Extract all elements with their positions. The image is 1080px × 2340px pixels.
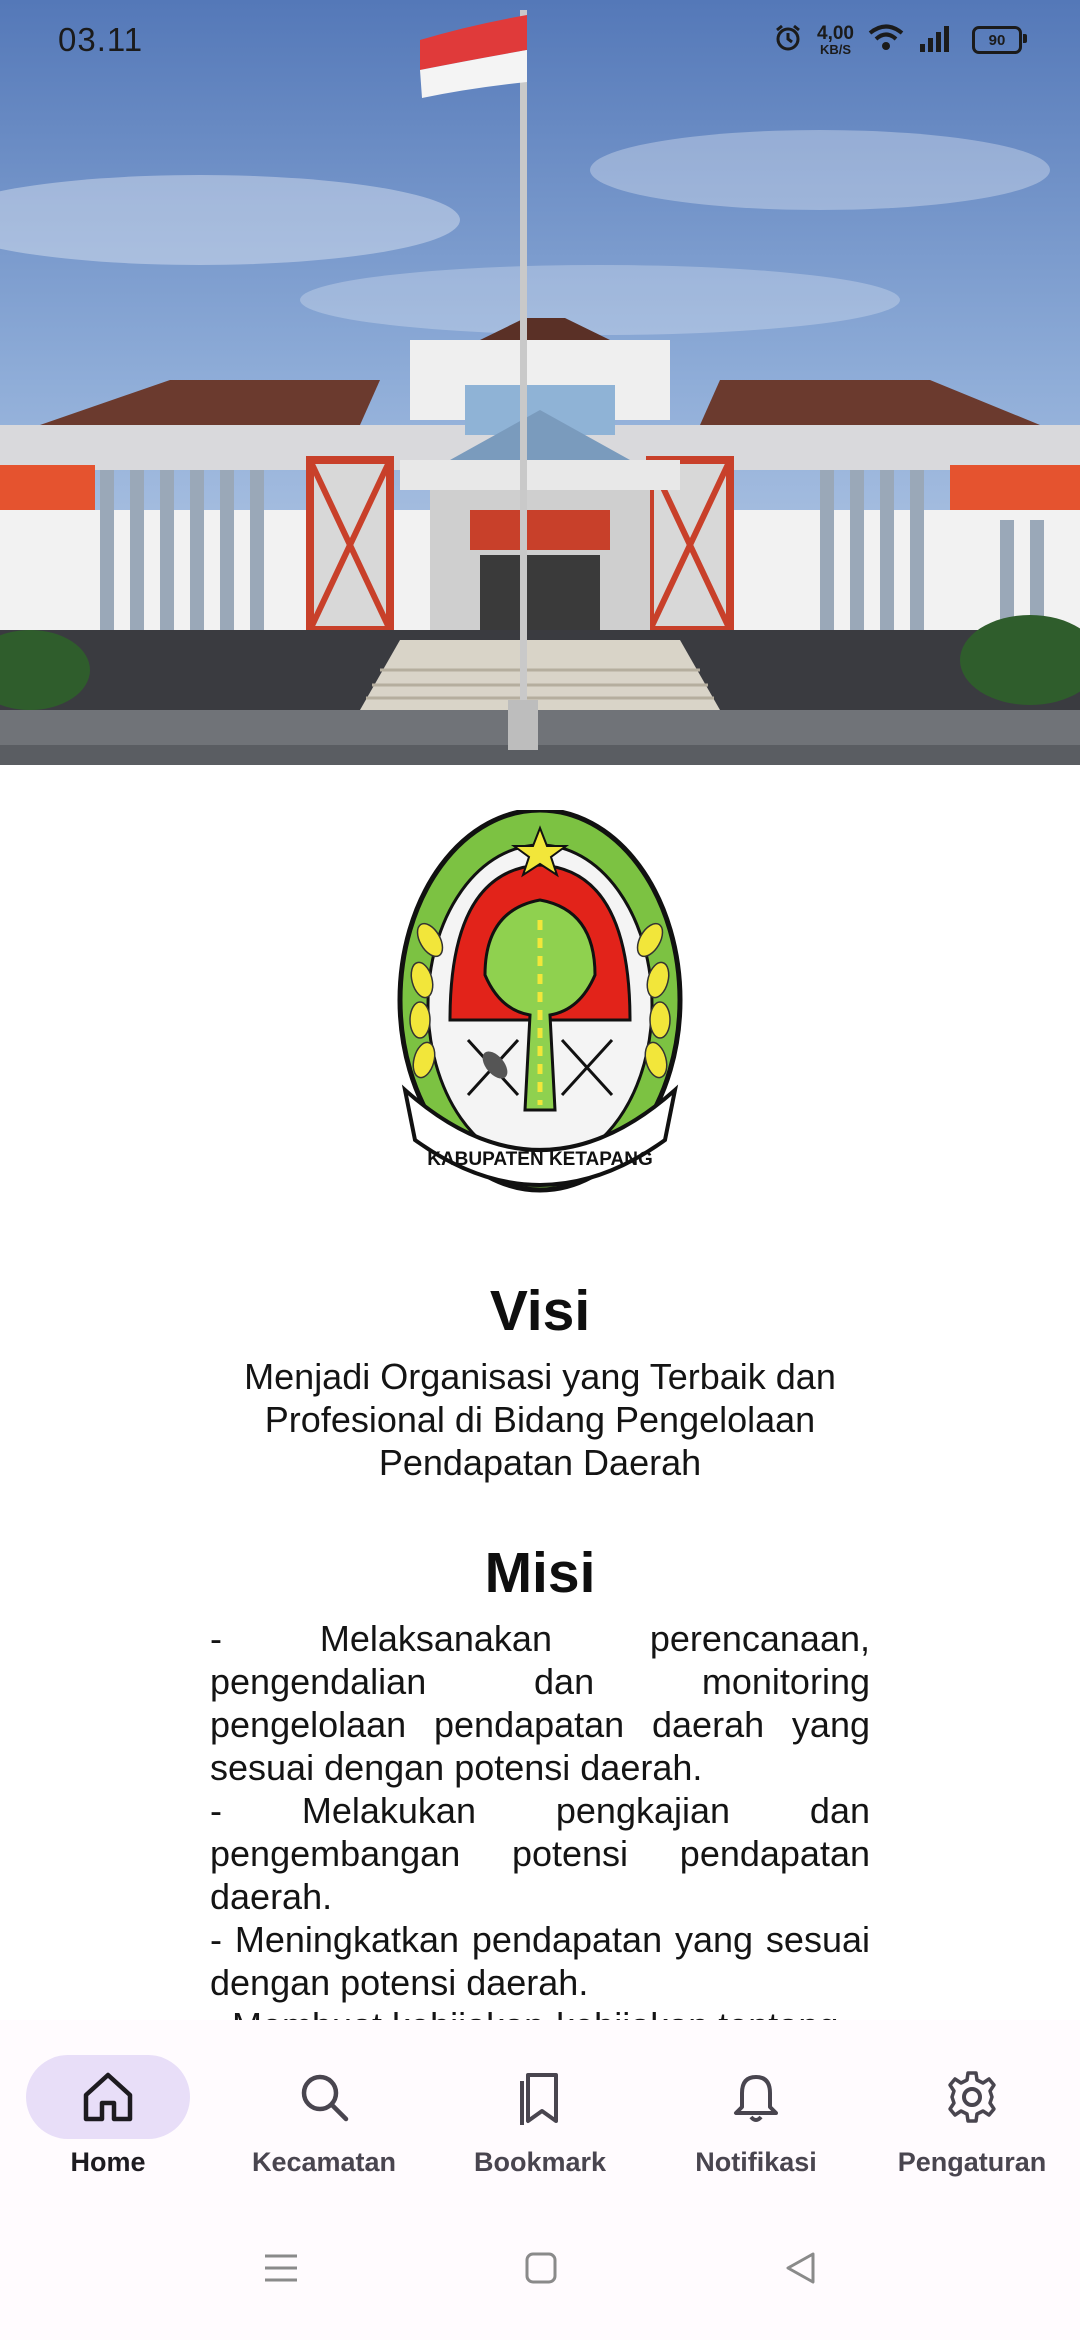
back-icon[interactable] [783, 2251, 817, 2290]
nav-bookmark[interactable]: Bookmark [432, 2020, 648, 2200]
gear-icon [948, 2071, 996, 2123]
bell-icon [734, 2075, 778, 2122]
nav-pengaturan[interactable]: Pengaturan [864, 2020, 1080, 2200]
misi-item: - Melaksanakan perencanaan, pengendalian… [210, 1618, 870, 1788]
menu-icon[interactable] [263, 2252, 299, 2289]
nav-notifikasi[interactable]: Notifikasi [648, 2020, 864, 2200]
nav-home[interactable]: Home [0, 2020, 216, 2200]
kabupaten-ketapang-logo: KABUPATEN KETAPANG [390, 807, 690, 1210]
visi-text: Menjadi Organisasi yang Terbaik dan Prof… [244, 1356, 836, 1483]
system-navigation-bar [0, 2200, 1080, 2340]
nav-home-label: Home [70, 2147, 146, 2177]
visi-title: Visi [489, 1279, 591, 1343]
net-speed-unit: KB/S [819, 42, 852, 57]
hero-image [0, 0, 1080, 765]
signal-icon [918, 24, 952, 57]
bottom-navigation: Home Kecamatan Bookmark Notifikasi Penga… [0, 2020, 1080, 2200]
logo-banner-text: KABUPATEN KETAPANG [427, 1149, 653, 1170]
status-time: 03.11 [58, 21, 144, 58]
net-speed-value: 4,00 [817, 23, 854, 44]
nav-notifikasi-label: Notifikasi [695, 2147, 817, 2177]
home-square-icon[interactable] [524, 2251, 558, 2290]
misi-title: Misi [484, 1541, 596, 1605]
net-speed: 4,00 KB/S [817, 24, 854, 56]
battery-level: 90 [988, 31, 1006, 49]
nav-pengaturan-label: Pengaturan [897, 2147, 1047, 2177]
nav-home-indicator [26, 2055, 190, 2139]
nav-kecamatan[interactable]: Kecamatan [216, 2020, 432, 2200]
battery-icon: 90 [972, 26, 1027, 54]
content-scroll[interactable]: KABUPATEN KETAPANG Visi Menjadi Organisa… [0, 765, 1080, 2020]
bookmark-icon [520, 2073, 558, 2125]
nav-bookmark-label: Bookmark [473, 2147, 607, 2177]
wifi-icon [868, 24, 904, 57]
misi-list: - Melaksanakan perencanaan, pengendalian… [210, 1617, 870, 2020]
search-icon [301, 2074, 349, 2122]
misi-item: - Membuat kebijakan-kebijakan tentang [210, 2004, 870, 2020]
misi-item: - Meningkatkan pendapatan yang sesuai de… [210, 1919, 870, 2003]
status-icons: 4,00 KB/S 90 [773, 23, 1027, 58]
misi-item: - Melakukan pengkajian dan pengembangan … [210, 1790, 870, 1917]
status-bar: 03.11 4,00 KB/S 90 [0, 0, 1080, 80]
alarm-icon [773, 23, 803, 58]
nav-kecamatan-label: Kecamatan [251, 2147, 397, 2177]
home-icon [83, 2072, 133, 2122]
